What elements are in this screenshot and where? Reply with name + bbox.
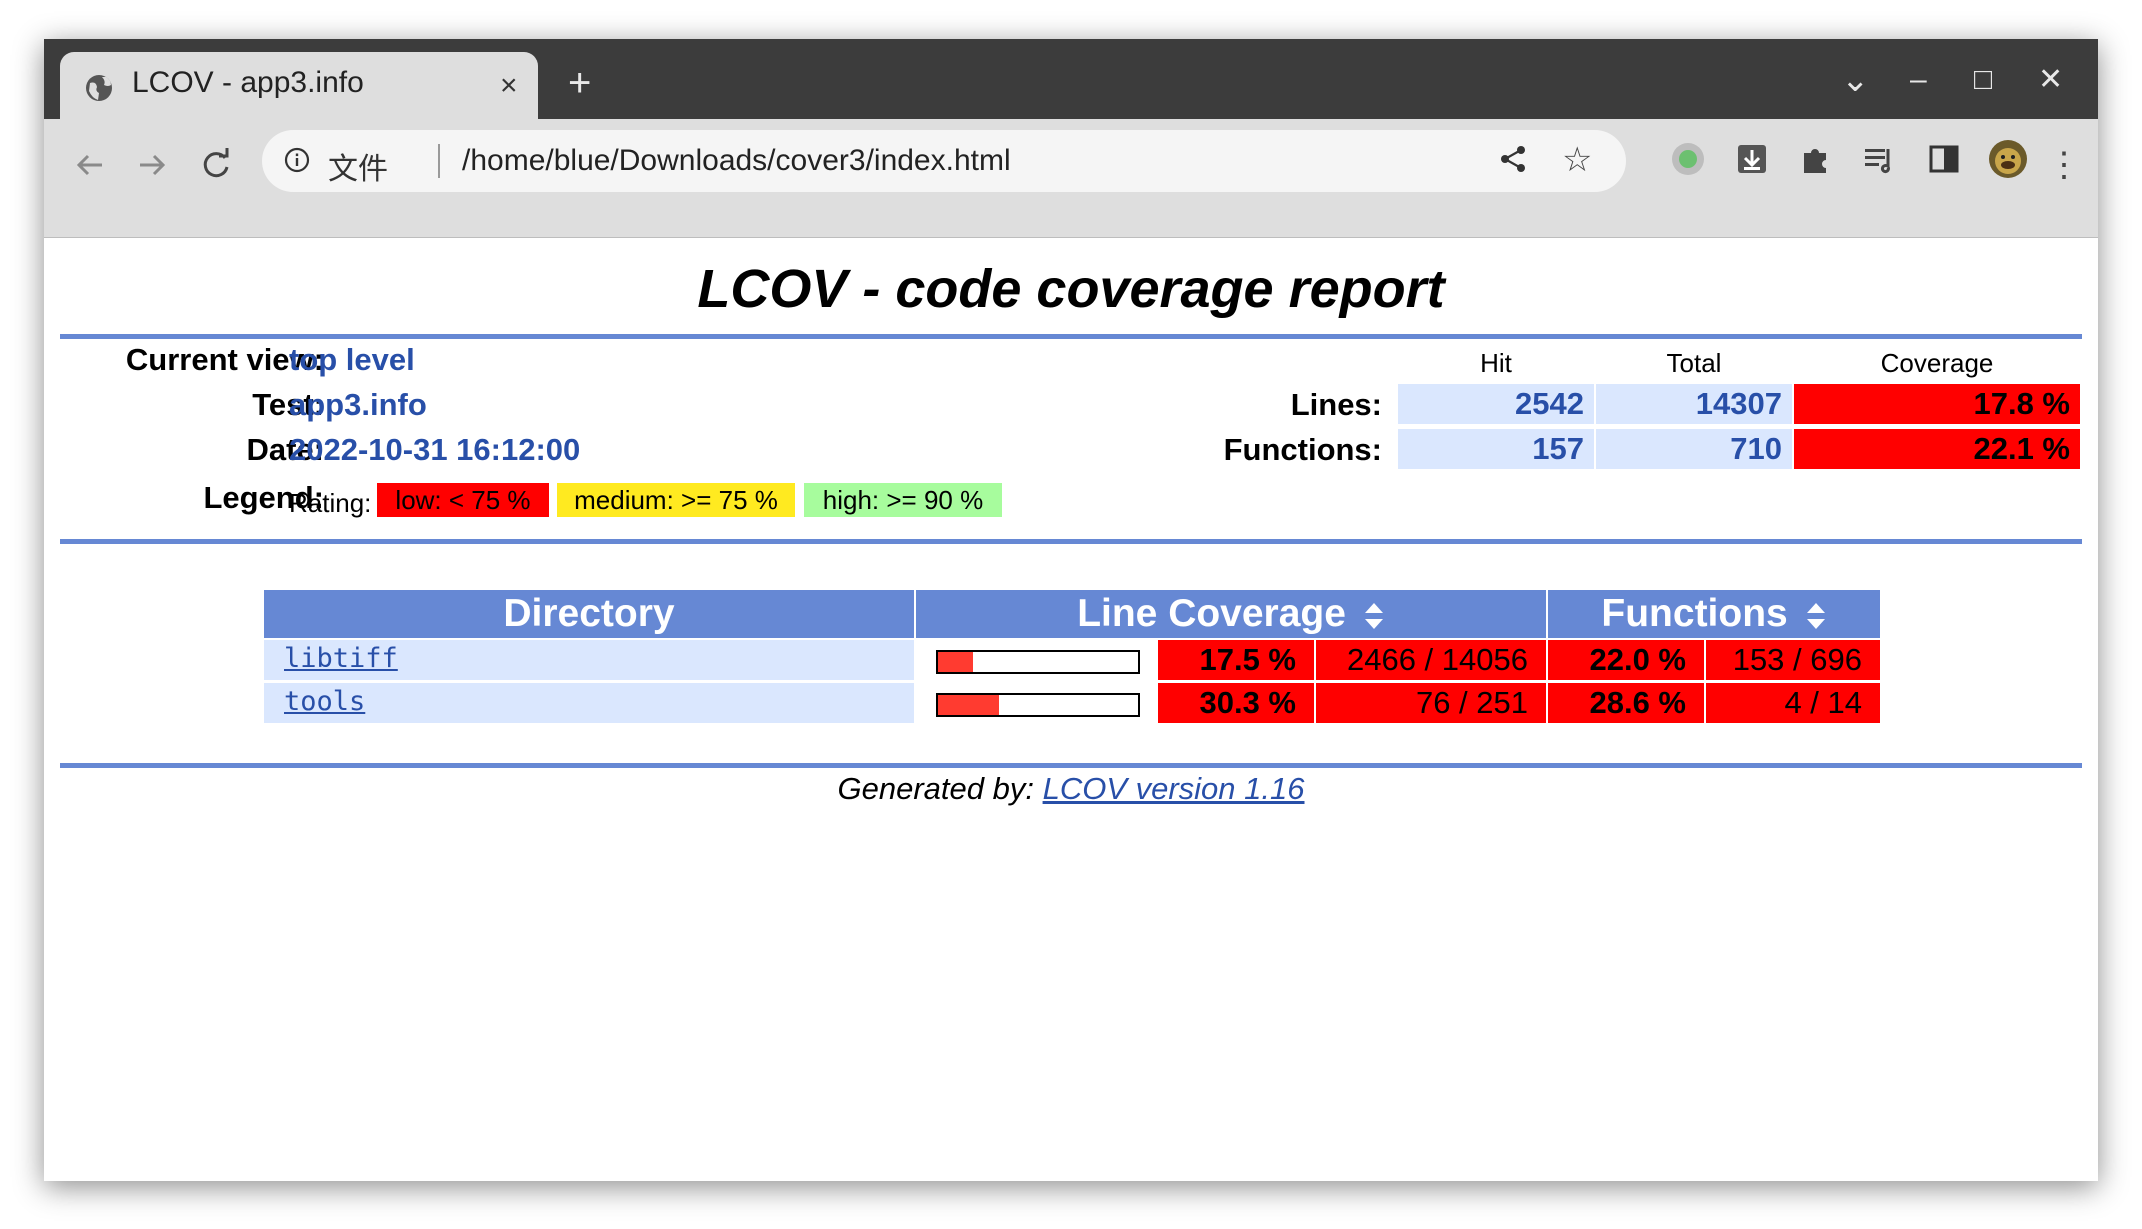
legend-high: high: >= 90 % [804, 483, 1002, 517]
coverage-bar-fill [938, 652, 973, 672]
legend-label: Legend: [203, 480, 324, 515]
rating-label: Rating: [289, 488, 372, 518]
current-view-value: top level [289, 342, 415, 377]
new-tab-icon[interactable]: + [568, 63, 591, 103]
browser-tab[interactable]: LCOV - app3.info × [60, 52, 538, 119]
reading-list-icon[interactable] [1860, 139, 1900, 179]
top-divider [60, 334, 2082, 339]
line-coverage-ratio: 76 / 251 [1316, 683, 1546, 723]
summary-functions-coverage: 22.1 % [1794, 429, 2080, 469]
summary-hit-header: Hit [1480, 348, 1512, 378]
extensions-puzzle-icon[interactable] [1796, 139, 1836, 179]
tab-title: LCOV - app3.info [132, 66, 364, 99]
tab-bar: LCOV - app3.info × + ⌄ – □ ✕ [44, 39, 2098, 119]
reload-icon[interactable] [194, 143, 238, 187]
summary-total-header: Total [1666, 348, 1722, 378]
directory-column-header: Directory [264, 590, 914, 638]
info-icon[interactable] [284, 147, 310, 173]
summary-lines-coverage: 17.8 % [1794, 384, 2080, 424]
share-icon[interactable] [1498, 144, 1528, 174]
directory-header-label: Directory [503, 592, 675, 635]
coverage-bar-cell [916, 640, 1156, 680]
summary-functions-total: 710 [1596, 429, 1792, 469]
back-icon[interactable] [68, 143, 112, 187]
omnibox-divider [438, 144, 440, 178]
header-bottom-divider [60, 539, 2082, 544]
functions-column-header: Functions [1548, 590, 1880, 638]
line-coverage-header-label: Line Coverage [1077, 592, 1346, 635]
minimize-icon[interactable]: – [1910, 63, 1927, 97]
file-scheme-label: 文件 [328, 153, 388, 186]
current-view-label: Current view: [125, 342, 324, 377]
maximize-icon[interactable]: □ [1974, 63, 1992, 97]
summary-functions-label: Functions: [1223, 432, 1382, 467]
forward-icon[interactable] [130, 143, 174, 187]
page-content: LCOV - code coverage report Current view… [44, 238, 2098, 1181]
url-text[interactable]: /home/blue/Downloads/cover3/index.html [462, 144, 1011, 178]
function-coverage-ratio: 4 / 14 [1706, 683, 1880, 723]
line-coverage-column-header: Line Coverage [916, 590, 1546, 638]
profile-avatar-icon[interactable] [1988, 139, 2028, 179]
coverage-bar [936, 650, 1140, 674]
line-coverage-percent: 30.3 % [1158, 683, 1314, 723]
footer-prefix: Generated by: [837, 771, 1043, 806]
line-coverage-ratio: 2466 / 14056 [1316, 640, 1546, 680]
coverage-bar-fill [938, 695, 999, 715]
footer-divider [60, 763, 2082, 768]
page-title: LCOV - code coverage report [697, 259, 1445, 319]
summary-lines-label: Lines: [1290, 387, 1382, 422]
tab-search-chevron-icon[interactable]: ⌄ [1841, 63, 1870, 97]
date-label: Date: [246, 432, 324, 467]
footer: Generated by: LCOV version 1.16 [44, 771, 2098, 807]
directory-link[interactable]: tools [284, 686, 365, 717]
side-panel-icon[interactable] [1924, 139, 1964, 179]
globe-icon [86, 75, 112, 101]
coverage-bar [936, 693, 1140, 717]
summary-functions-hit: 157 [1398, 429, 1594, 469]
bookmark-star-icon[interactable]: ☆ [1562, 140, 1592, 180]
directory-cell: libtiff [264, 640, 914, 680]
function-coverage-ratio: 153 / 696 [1706, 640, 1880, 680]
directory-cell: tools [264, 683, 914, 723]
summary-lines-hit: 2542 [1398, 384, 1594, 424]
lcov-version-link[interactable]: LCOV version 1.16 [1043, 771, 1305, 806]
legend-low: low: < 75 % [377, 483, 549, 517]
function-coverage-percent: 22.0 % [1548, 640, 1704, 680]
test-value: app3.info [289, 387, 427, 422]
address-bar[interactable]: 文件 /home/blue/Downloads/cover3/index.htm… [262, 130, 1626, 192]
test-label: Test: [252, 387, 324, 422]
browser-window: LCOV - app3.info × + ⌄ – □ ✕ 文件 /home/bl… [44, 39, 2098, 1181]
sort-arrows-icon[interactable] [1363, 601, 1385, 631]
download-icon[interactable] [1732, 139, 1772, 179]
extension-circle-icon[interactable] [1668, 139, 1708, 179]
tab-close-icon[interactable]: × [500, 69, 518, 103]
function-coverage-percent: 28.6 % [1548, 683, 1704, 723]
summary-coverage-header: Coverage [1880, 348, 1994, 378]
directory-link[interactable]: libtiff [284, 643, 398, 674]
menu-kebab-icon[interactable]: ⋮ [2042, 143, 2086, 187]
browser-toolbar: 文件 /home/blue/Downloads/cover3/index.htm… [44, 119, 2098, 238]
summary-lines-total: 14307 [1596, 384, 1792, 424]
close-window-icon[interactable]: ✕ [2038, 63, 2063, 97]
sort-arrows-icon[interactable] [1805, 601, 1827, 631]
legend-medium: medium: >= 75 % [557, 483, 795, 517]
line-coverage-percent: 17.5 % [1158, 640, 1314, 680]
date-value: 2022-10-31 16:12:00 [289, 432, 581, 467]
coverage-bar-cell [916, 683, 1156, 723]
functions-header-label: Functions [1601, 592, 1788, 635]
